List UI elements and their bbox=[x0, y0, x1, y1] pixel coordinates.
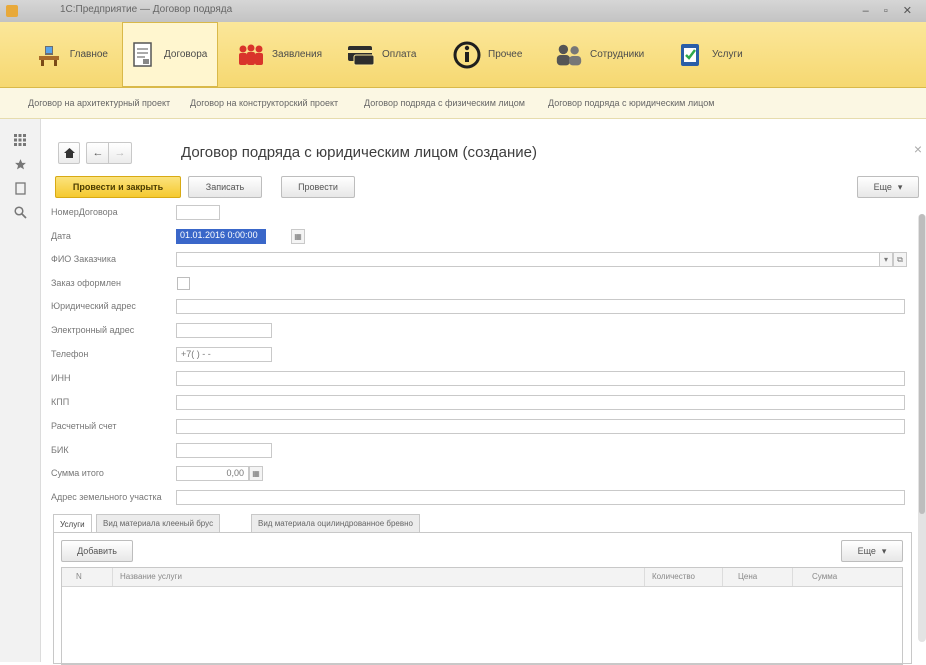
arrow-right-icon: → bbox=[114, 147, 126, 159]
date-label: Дата bbox=[51, 231, 71, 241]
save-button[interactable]: Записать bbox=[188, 176, 262, 198]
issued-checkbox[interactable] bbox=[177, 277, 190, 290]
calendar-icon[interactable]: ▦ bbox=[291, 229, 305, 244]
info-icon bbox=[452, 40, 482, 70]
home-icon bbox=[63, 148, 75, 158]
section-main[interactable]: Главное bbox=[28, 22, 108, 87]
home-button[interactable] bbox=[58, 142, 80, 164]
services-tab-panel: Добавить Еще ▾ N Название услуги Количес… bbox=[53, 532, 912, 665]
section-contracts-label: Договора bbox=[164, 49, 208, 60]
customer-label: ФИО Заказчика bbox=[51, 254, 116, 264]
email-field[interactable] bbox=[176, 323, 272, 338]
column-header-quantity: Количество bbox=[652, 572, 695, 581]
sections-panel: Главное Договора Заявления Оплата Прочее… bbox=[0, 22, 926, 88]
section-payment[interactable]: Оплата bbox=[340, 22, 436, 87]
kpp-field[interactable] bbox=[176, 395, 905, 410]
subnav-link-individual[interactable]: Договор подряда с физическим лицом bbox=[364, 98, 525, 108]
total-label: Сумма итого bbox=[51, 468, 104, 478]
bik-field[interactable] bbox=[176, 443, 272, 458]
account-field[interactable] bbox=[176, 419, 905, 434]
land-address-label: Адрес земельного участка bbox=[51, 492, 162, 502]
column-header-price: Цена bbox=[738, 572, 758, 581]
date-field[interactable]: 01.01.2016 0:00:00 bbox=[176, 229, 290, 244]
section-contracts[interactable]: Договора bbox=[122, 22, 218, 87]
section-applications[interactable]: Заявления bbox=[230, 22, 330, 87]
home-desk-icon bbox=[34, 40, 64, 70]
legal-address-field[interactable] bbox=[176, 299, 905, 314]
services-table-header: N Название услуги Количество Цена Сумма bbox=[62, 568, 902, 587]
subnav-link-construction[interactable]: Договор на конструкторский проект bbox=[190, 98, 338, 108]
window-title: 1С:Предприятие — Договор подряда bbox=[60, 4, 233, 15]
arrow-left-icon: ← bbox=[92, 147, 104, 159]
scrollbar-thumb[interactable] bbox=[919, 214, 925, 514]
close-form-icon[interactable]: × bbox=[914, 141, 922, 157]
people-icon bbox=[236, 40, 266, 70]
column-header-service-name: Название услуги bbox=[120, 572, 182, 581]
phone-label: Телефон bbox=[51, 349, 89, 359]
subnav-link-legal-entity[interactable]: Договор подряда с юридическим лицом bbox=[548, 98, 714, 108]
legal-address-label: Юридический адрес bbox=[51, 301, 136, 311]
phone-field[interactable]: +7( ) - - bbox=[176, 347, 272, 362]
inn-label: ИНН bbox=[51, 373, 71, 383]
window-controls[interactable]: – ▫ ✕ bbox=[863, 4, 918, 17]
section-main-label: Главное bbox=[69, 49, 108, 60]
bik-label: БИК bbox=[51, 445, 69, 455]
form-scrollbar[interactable] bbox=[918, 214, 926, 642]
land-address-field[interactable] bbox=[176, 490, 905, 505]
kpp-label: КПП bbox=[51, 397, 70, 407]
employees-icon bbox=[554, 40, 584, 70]
search-icon[interactable] bbox=[6, 201, 34, 223]
more-actions-button[interactable]: Еще ▾ bbox=[857, 176, 919, 198]
column-header-number: N bbox=[76, 572, 82, 581]
tab-services[interactable]: Услуги bbox=[53, 514, 92, 533]
section-other[interactable]: Прочее bbox=[446, 22, 538, 87]
section-applications-label: Заявления bbox=[272, 49, 323, 60]
calculator-icon[interactable]: ▦ bbox=[249, 466, 263, 481]
back-button[interactable]: ← bbox=[86, 142, 109, 164]
tab-glued-timber[interactable]: Вид материала клееный брус bbox=[96, 514, 221, 532]
contract-number-field[interactable] bbox=[176, 205, 220, 220]
page-title: Договор подряда с юридическим лицом (соз… bbox=[181, 144, 537, 161]
subsection-nav: Договор на архитектурный проект Договор … bbox=[0, 88, 926, 119]
tab-rounded-log[interactable]: Вид материала оцилиндрованное бревно bbox=[251, 514, 420, 532]
section-services-label: Услуги bbox=[712, 49, 743, 60]
section-services[interactable]: Услуги bbox=[670, 22, 762, 87]
customer-open-icon[interactable]: ⧉ bbox=[893, 252, 907, 267]
post-and-close-button[interactable]: Провести и закрыть bbox=[55, 176, 181, 198]
more-actions-label: Еще bbox=[873, 182, 892, 192]
menu-grid-icon[interactable] bbox=[6, 129, 34, 151]
chevron-down-icon: ▾ bbox=[897, 181, 903, 192]
inn-field[interactable] bbox=[176, 371, 905, 386]
left-panel bbox=[0, 119, 41, 662]
contract-number-label: НомерДоговора bbox=[51, 207, 118, 217]
document-icon bbox=[128, 40, 158, 70]
favorites-star-icon[interactable] bbox=[6, 153, 34, 175]
post-button[interactable]: Провести bbox=[281, 176, 355, 198]
services-more-button[interactable]: Еще ▾ bbox=[841, 540, 903, 562]
email-label: Электронный адрес bbox=[51, 325, 135, 335]
section-payment-label: Оплата bbox=[382, 49, 417, 60]
window-titlebar: 1С:Предприятие — Договор подряда – ▫ ✕ bbox=[0, 0, 926, 23]
customer-dropdown-icon[interactable]: ▾ bbox=[879, 252, 893, 267]
services-more-label: Еще bbox=[857, 546, 876, 556]
account-label: Расчетный счет bbox=[51, 421, 117, 431]
section-employees[interactable]: Сотрудники bbox=[548, 22, 660, 87]
subnav-link-architectural[interactable]: Договор на архитектурный проект bbox=[28, 98, 170, 108]
forward-button[interactable]: → bbox=[108, 142, 132, 164]
section-employees-label: Сотрудники bbox=[590, 49, 645, 60]
services-table: N Название услуги Количество Цена Сумма bbox=[61, 567, 903, 665]
total-field[interactable]: 0,00 bbox=[176, 466, 249, 481]
app-logo-icon bbox=[6, 5, 18, 17]
payment-card-icon bbox=[346, 40, 376, 70]
section-other-label: Прочее bbox=[488, 49, 523, 60]
column-header-sum: Сумма bbox=[812, 572, 838, 581]
date-value: 01.01.2016 0:00:00 bbox=[176, 229, 266, 244]
customer-field[interactable] bbox=[176, 252, 891, 267]
issued-label: Заказ оформлен bbox=[51, 278, 121, 288]
history-document-icon[interactable] bbox=[6, 177, 34, 199]
add-service-button[interactable]: Добавить bbox=[61, 540, 133, 562]
form-area: ← → Договор подряда с юридическим лицом … bbox=[41, 119, 926, 665]
services-checklist-icon bbox=[676, 40, 706, 70]
chevron-down-icon: ▾ bbox=[881, 545, 887, 556]
